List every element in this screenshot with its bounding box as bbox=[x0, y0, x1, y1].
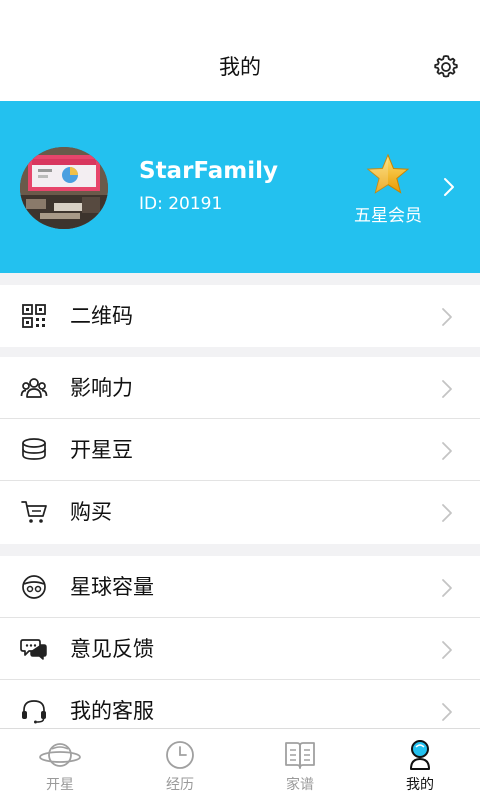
menu-item-star-beans[interactable]: 开星豆 bbox=[0, 419, 480, 481]
menu-item-label: 开星豆 bbox=[70, 438, 133, 462]
member-badge[interactable]: 五星会员 bbox=[346, 153, 430, 227]
section-gap bbox=[0, 347, 480, 357]
profile-card[interactable]: StarFamily ID: 20191 五星会员 bbox=[0, 101, 480, 273]
chevron-right-icon bbox=[442, 442, 452, 460]
chevron-right-icon bbox=[442, 703, 452, 721]
chevron-right-icon bbox=[442, 579, 452, 597]
chevron-right-icon[interactable] bbox=[442, 175, 456, 199]
chevron-right-icon bbox=[442, 308, 452, 326]
tab-label: 经历 bbox=[166, 777, 194, 793]
gear-icon[interactable] bbox=[432, 53, 460, 81]
menu-item-qr-code[interactable]: 二维码 bbox=[0, 285, 480, 347]
avatar[interactable] bbox=[20, 147, 108, 229]
section-gap bbox=[0, 544, 480, 556]
menu-item-influence[interactable]: 影响力 bbox=[0, 357, 480, 419]
chevron-right-icon bbox=[442, 380, 452, 398]
chevron-right-icon bbox=[442, 504, 452, 522]
gold-star-icon bbox=[366, 153, 410, 194]
top-header: 我的 bbox=[0, 34, 480, 100]
menu-item-feedback[interactable]: 意见反馈 bbox=[0, 618, 480, 680]
member-level-label: 五星会员 bbox=[354, 206, 422, 226]
coin-stack-icon bbox=[22, 438, 46, 460]
menu-section-3: 星球容量 意见反馈 我的客服 bbox=[0, 556, 480, 742]
menu-item-label: 二维码 bbox=[70, 304, 133, 328]
book-icon bbox=[285, 742, 315, 769]
menu-section-2: 影响力 开星豆 购买 bbox=[0, 357, 480, 543]
page-title: 我的 bbox=[219, 55, 261, 79]
menu-item-label: 影响力 bbox=[70, 376, 133, 400]
tab-kaixing[interactable]: 开星 bbox=[0, 729, 120, 800]
menu-section-1: 二维码 bbox=[0, 285, 480, 347]
menu-item-label: 意见反馈 bbox=[70, 637, 154, 661]
chat-bubbles-icon bbox=[20, 639, 47, 660]
username: StarFamily bbox=[139, 158, 279, 184]
tab-jiapu[interactable]: 家谱 bbox=[240, 729, 360, 800]
menu-item-label: 购买 bbox=[70, 500, 112, 524]
tab-jingli[interactable]: 经历 bbox=[120, 729, 240, 800]
planet-capacity-icon bbox=[22, 575, 46, 599]
status-bar bbox=[0, 0, 480, 34]
cart-icon bbox=[21, 501, 47, 523]
tab-label: 开星 bbox=[46, 777, 74, 793]
tab-label: 我的 bbox=[406, 777, 434, 793]
planet-icon bbox=[39, 743, 81, 767]
chevron-right-icon bbox=[442, 641, 452, 659]
qr-code-icon bbox=[22, 304, 46, 328]
clock-icon bbox=[166, 741, 194, 769]
bottom-tab-bar: 开星 经历 家谱 我的 bbox=[0, 728, 480, 800]
menu-item-purchase[interactable]: 购买 bbox=[0, 481, 480, 543]
menu-item-planet-capacity[interactable]: 星球容量 bbox=[0, 556, 480, 618]
tab-wode[interactable]: 我的 bbox=[360, 729, 480, 800]
menu-item-label: 星球容量 bbox=[70, 575, 154, 599]
section-gap bbox=[0, 273, 480, 285]
tab-label: 家谱 bbox=[286, 777, 314, 793]
user-id: ID: 20191 bbox=[139, 194, 223, 214]
headset-icon bbox=[22, 700, 46, 724]
person-icon bbox=[410, 740, 430, 770]
people-icon bbox=[20, 378, 48, 398]
